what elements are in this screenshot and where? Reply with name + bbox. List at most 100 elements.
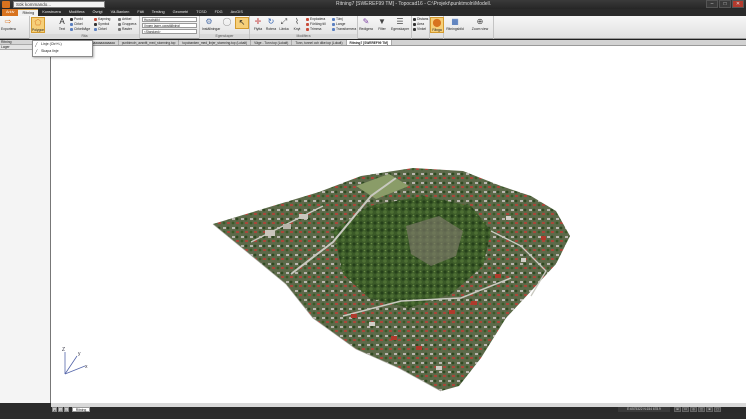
layer-combo[interactable]: Huvudskikt (142, 17, 197, 22)
lanka-label: Länka (279, 27, 289, 31)
polygon-button[interactable]: ⬠ Polygon (31, 17, 45, 33)
layout-toggle-icon[interactable]: ◫ (698, 407, 705, 412)
maximize-button[interactable]: □ (719, 0, 731, 8)
egenskaper-button[interactable]: ☰ Egenskaper (391, 17, 409, 31)
minimize-button[interactable]: – (706, 0, 718, 8)
sheet-next-button[interactable]: ▹ (64, 407, 69, 412)
egenskaper-label: Egenskaper (391, 27, 410, 31)
redigera-button[interactable]: ✎ Redigera (359, 17, 373, 31)
rotate-icon: ↻ (267, 17, 275, 26)
point-icon (70, 17, 73, 21)
axis-indicator: Z y x (62, 347, 88, 375)
filter-icon: ▼ (378, 17, 386, 26)
tab-tcsd[interactable]: TCSD (192, 9, 210, 16)
snap-toggle-icon[interactable]: ◎ (690, 407, 697, 412)
cursor-icon: ↖ (238, 18, 246, 27)
cirkelbage-button[interactable]: Cirkelbåge (70, 27, 90, 32)
terrain-model: Z y x (62, 168, 570, 392)
ortho-toggle-icon[interactable]: ⊡ (682, 407, 689, 412)
drawing-view-icon: ▦ (451, 17, 459, 26)
cirkel2-label: Cirkel (98, 27, 107, 31)
cirkel2-button[interactable]: Cirkel (94, 27, 107, 32)
filter-button[interactable]: ▼ Filter (375, 17, 389, 31)
trim-icon (306, 27, 309, 31)
extend-icon (306, 22, 309, 26)
close-button[interactable]: ✕ (732, 0, 744, 8)
trimma-button[interactable]: Trimma (306, 27, 321, 32)
fanga-button[interactable]: ⬤ Fånga (430, 17, 444, 33)
rotera-button[interactable]: ↻ Rotera (264, 17, 278, 31)
active-tool-button[interactable]: ↖ (235, 17, 249, 29)
angle-icon (413, 27, 416, 31)
tab-falt[interactable]: Fält (133, 9, 147, 16)
tab-fdg[interactable]: FDG (211, 9, 227, 16)
tab-konstruera[interactable]: Konstruera (38, 9, 65, 16)
ribbon: ⇨ Exportera ⬠ Polygon A Text Punkt Cirke… (0, 16, 746, 39)
frame-toggle-icon[interactable]: ▢ (714, 407, 721, 412)
menu-item-linje-label: Linje (Ctrl+L) (41, 42, 62, 46)
vinkel-button[interactable]: Vinkel (413, 27, 426, 32)
left-panel: Ritning Lager (0, 40, 51, 403)
menu-item-skapa-linje[interactable]: ╱ Skapa linje (33, 48, 92, 55)
ritningsbild-button[interactable]: ▦ Ritningsbild (445, 17, 465, 31)
doc-tab-5[interactable]: Väge - Tunn.top (Lokalt) (251, 40, 293, 45)
knot-icon: ⌇ (295, 17, 299, 26)
tab-ritning[interactable]: Ritning (18, 9, 39, 16)
zoom-icon: ⊕ (476, 17, 484, 26)
export-button[interactable]: ⇨ Exportera (1, 17, 16, 31)
group-egenskaper: ⚙ Inställningar ◯ ↖ Egenskaper (200, 16, 250, 39)
link-icon: ⤢ (280, 17, 288, 26)
zoom-view-button[interactable]: ⊕ Zoom view (469, 17, 491, 31)
group-fanga: ⬤ Fånga (430, 16, 444, 39)
group-ritningsbild: ▦ Ritningsbild ⊕ Zoom view (444, 16, 494, 39)
sheet-first-button[interactable]: ◂ (52, 407, 57, 412)
crosshair-toggle-icon[interactable]: ⊕ (706, 407, 713, 412)
group-rita: ⬠ Polygon A Text Punkt Cirkel Cirkelbåge… (30, 16, 140, 39)
stretch-icon (332, 17, 335, 21)
sheet-tab-ritning[interactable]: Ritning (72, 407, 90, 412)
tab-va-banken[interactable]: Vä-Banken (107, 9, 134, 16)
create-line-icon: ╱ (35, 49, 38, 54)
group-lager: Huvudskikt (Ingen lager-uppställning) <S… (140, 16, 200, 39)
doc-tab-4[interactable]: topobanken_med_linjer_stomning.top (Loka… (179, 40, 252, 45)
rotera-label: Rotera (265, 27, 277, 31)
3d-viewport[interactable]: Z y x (51, 46, 746, 403)
installningar-button[interactable]: ⚙ Inställningar (202, 17, 220, 31)
circle-view-button[interactable]: ◯ (220, 17, 234, 27)
length-icon (332, 22, 335, 26)
flytta-button[interactable]: ✛ Flytta (251, 17, 265, 31)
lanka-button[interactable]: ⤢ Länka (277, 17, 291, 31)
transformera-button[interactable]: Transformera (332, 27, 356, 32)
doc-tab-active[interactable]: Ritning7 [SWEREF99 TM] (346, 40, 392, 45)
tab-terrang[interactable]: Terräng (148, 9, 169, 16)
menu-item-linje[interactable]: ╱ Linje (Ctrl+L) (33, 41, 92, 48)
doc-tab-3[interactable]: punktmoln_avsnitt_med_stomning.top (119, 40, 180, 45)
sheet-prev-button[interactable]: ◃ (58, 407, 63, 412)
distans-label: Distans (417, 17, 429, 21)
axis-y-label: y (78, 351, 81, 357)
layer-style-combo[interactable]: (Ingen lager-uppställning) (142, 23, 197, 28)
layer-standard-combo[interactable]: <Standard> (142, 29, 197, 34)
raster-button[interactable]: Raster (118, 27, 132, 32)
tab-geometri[interactable]: Geometri (169, 9, 193, 16)
doc-tab-6[interactable]: Tunn, tunnel och dike.top (Lokalt) (292, 40, 347, 45)
lange-label: Lange (336, 22, 346, 26)
command-search-input[interactable]: Sök kommando... (13, 1, 105, 8)
knyt-button[interactable]: ⌇ Knyt (290, 17, 304, 31)
installningar-label: Inställningar (202, 27, 221, 31)
tab-arcgis[interactable]: ArcGIS (227, 9, 247, 16)
bottom-area: ◂ ◃ ▹ Ritning E:6575322 N:154 678.9 ⊞ ⊡ … (0, 403, 746, 419)
line-icon: ╱ (35, 42, 38, 47)
tab-arkiv[interactable]: Arkiv (2, 9, 19, 16)
tab-ovrigt[interactable]: Övrigt (88, 9, 106, 16)
text-button[interactable]: A Text (55, 17, 69, 31)
settings-icon: ⚙ (205, 17, 213, 26)
tab-modifiera[interactable]: Modifiera (65, 9, 89, 16)
text-label: Text (58, 27, 66, 31)
title-bar: Sök kommando... Ritning7 [SWEREF99 TM] -… (0, 0, 746, 9)
polygon-label: Polygon (32, 28, 45, 32)
group-rita-label: Rita (30, 34, 139, 39)
grid-toggle-icon[interactable]: ⊞ (674, 407, 681, 412)
app-logo-icon[interactable] (2, 1, 10, 8)
group-redigera: ✎ Redigera ▼ Filter ☰ Egenskaper (358, 16, 412, 39)
